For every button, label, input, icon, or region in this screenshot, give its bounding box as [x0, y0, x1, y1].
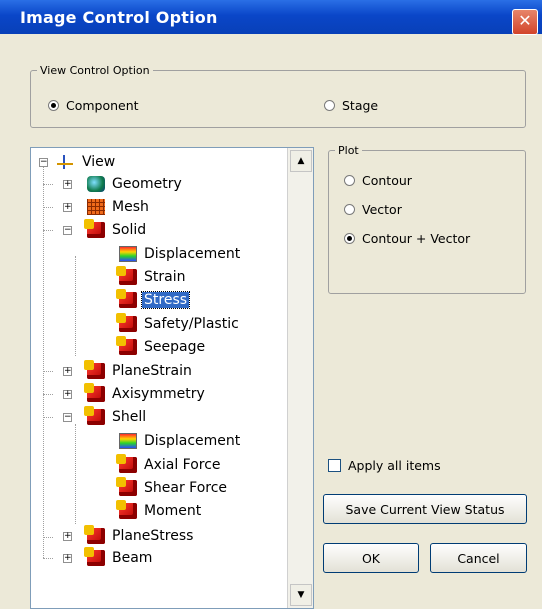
tree-item-shell-displacement[interactable]: Displacement [119, 431, 242, 451]
ok-button[interactable]: OK [323, 543, 419, 573]
radio-contour-label: Contour [362, 173, 412, 188]
tree-item-label: Displacement [144, 433, 241, 449]
radio-dot-icon[interactable] [344, 204, 355, 215]
tree-item-label: PlaneStrain [112, 363, 192, 379]
tree-item-label: Shell [112, 409, 147, 425]
collapse-toggle-icon[interactable]: − [63, 226, 72, 235]
result-icon [116, 289, 137, 308]
tree-item-shell-shear-force[interactable]: Shear Force [116, 477, 229, 498]
displacement-contour-icon [119, 433, 137, 449]
shell-element-icon [84, 406, 105, 425]
geometry-icon [87, 176, 105, 192]
result-icon [116, 454, 137, 473]
radio-component[interactable]: Component [48, 98, 139, 113]
tree-item-solid-stress[interactable]: Stress [116, 289, 191, 310]
result-icon [116, 336, 137, 355]
plot-legend: Plot [338, 144, 359, 157]
tree-item-solid[interactable]: − Solid [63, 219, 148, 240]
plot-group: Plot [328, 144, 526, 294]
tree-item-label: Displacement [144, 246, 241, 262]
radio-dot-icon[interactable] [324, 100, 335, 111]
tree-item-label: Beam [112, 550, 153, 566]
radio-contour-vector-label: Contour + Vector [362, 231, 471, 246]
result-icon [116, 500, 137, 519]
radio-component-label: Component [66, 98, 139, 113]
tree-item-solid-seepage[interactable]: Seepage [116, 336, 207, 357]
result-icon [116, 313, 137, 332]
tree-item-mesh[interactable]: + Mesh [63, 197, 151, 217]
radio-dot-icon[interactable] [344, 233, 355, 244]
collapse-toggle-icon[interactable]: − [63, 413, 72, 422]
tree-item-solid-safety-plastic[interactable]: Safety/Plastic [116, 313, 241, 334]
tree-item-label: Safety/Plastic [144, 316, 239, 332]
tree-item-view[interactable]: − View [39, 152, 117, 172]
result-icon [116, 266, 137, 285]
tree-item-shell-axial-force[interactable]: Axial Force [116, 454, 223, 475]
title-bar[interactable]: Image Control Option ✕ [0, 0, 542, 35]
radio-stage[interactable]: Stage [324, 98, 378, 113]
tree-item-label: Mesh [112, 199, 149, 215]
plane-strain-icon [84, 360, 105, 379]
tree-item-label: Solid [112, 222, 147, 238]
tree-scrollbar[interactable]: ▲ ▼ [287, 148, 313, 608]
expand-toggle-icon[interactable]: + [63, 390, 72, 399]
tree-item-axisymmetry[interactable]: + Axisymmetry [63, 383, 207, 404]
scroll-up-button[interactable]: ▲ [290, 150, 312, 172]
expand-toggle-icon[interactable]: + [63, 554, 72, 563]
expand-toggle-icon[interactable]: + [63, 180, 72, 189]
tree-item-label: Stress [140, 291, 191, 309]
result-icon [116, 477, 137, 496]
apply-all-label: Apply all items [348, 458, 441, 473]
tree-item-geometry[interactable]: + Geometry [63, 174, 184, 194]
scroll-down-button[interactable]: ▼ [290, 584, 312, 606]
view-control-group: View Control Option [30, 64, 526, 128]
radio-stage-label: Stage [342, 98, 379, 113]
expand-toggle-icon[interactable]: + [63, 532, 72, 541]
tree-item-label: Strain [144, 269, 186, 285]
radio-vector-label: Vector [362, 202, 402, 217]
tree-item-solid-strain[interactable]: Strain [116, 266, 187, 287]
radio-contour-vector[interactable]: Contour + Vector [344, 231, 470, 246]
radio-dot-icon[interactable] [48, 100, 59, 111]
tree-item-label: View [82, 154, 116, 170]
dialog-body: View Control Option Component Stage − Vi… [0, 34, 542, 609]
apply-all-checkbox[interactable]: Apply all items [328, 458, 441, 473]
tree-item-shell-moment[interactable]: Moment [116, 500, 203, 521]
tree-item-beam[interactable]: + Beam [63, 547, 154, 568]
collapse-toggle-icon[interactable]: − [39, 158, 48, 167]
mesh-icon [87, 199, 105, 215]
displacement-contour-icon [119, 246, 137, 262]
expand-toggle-icon[interactable]: + [63, 203, 72, 212]
tree-item-label: Moment [144, 503, 202, 519]
tree-item-planestress[interactable]: + PlaneStress [63, 525, 195, 546]
result-tree[interactable]: − View + Geometry + Mesh − Solid Displac… [30, 147, 314, 609]
expand-toggle-icon[interactable]: + [63, 367, 72, 376]
radio-vector[interactable]: Vector [344, 202, 402, 217]
save-view-status-button[interactable]: Save Current View Status [323, 494, 527, 524]
plane-stress-icon [84, 525, 105, 544]
tree-item-label: Axisymmetry [112, 386, 205, 402]
tree-item-label: Axial Force [144, 457, 221, 473]
view-control-legend: View Control Option [40, 64, 150, 77]
tree-item-label: Seepage [144, 339, 206, 355]
window-title: Image Control Option [20, 8, 218, 27]
tree-item-solid-displacement[interactable]: Displacement [119, 244, 242, 264]
tree-item-label: Geometry [112, 176, 182, 192]
tree-item-label: PlaneStress [112, 528, 194, 544]
tree-item-planestrain[interactable]: + PlaneStrain [63, 360, 194, 381]
arrow-up-icon: ▲ [297, 156, 305, 166]
arrow-down-icon: ▼ [297, 590, 305, 600]
radio-dot-icon[interactable] [344, 175, 355, 186]
radio-contour[interactable]: Contour [344, 173, 412, 188]
view-axes-icon [57, 154, 75, 170]
close-icon: ✕ [518, 11, 532, 30]
tree-item-shell[interactable]: − Shell [63, 406, 148, 427]
close-button[interactable]: ✕ [512, 9, 538, 35]
beam-element-icon [84, 547, 105, 566]
cancel-button[interactable]: Cancel [430, 543, 527, 573]
checkbox-box[interactable] [328, 459, 341, 472]
axisymmetry-icon [84, 383, 105, 402]
tree-item-label: Shear Force [144, 480, 228, 496]
solid-element-icon [84, 219, 105, 238]
